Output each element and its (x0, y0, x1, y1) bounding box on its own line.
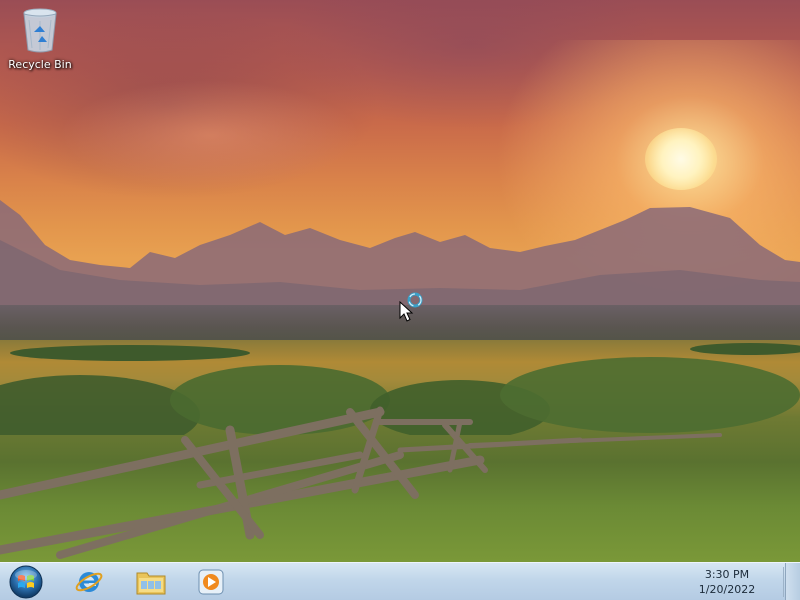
clock-date: 1/20/2022 (698, 583, 756, 596)
system-clock[interactable]: 3:30 PM 1/20/2022 (682, 565, 772, 599)
recycle-bin-icon (23, 8, 57, 53)
start-button[interactable] (6, 564, 46, 600)
busy-cursor-icon (399, 292, 423, 322)
recycle-bin-label: Recycle Bin (8, 58, 72, 71)
show-desktop-button[interactable] (785, 563, 800, 600)
media-player-icon (198, 569, 224, 595)
taskbar-file-explorer[interactable] (129, 565, 173, 599)
file-explorer-icon (136, 572, 166, 595)
cloud (60, 80, 360, 190)
taskbar-internet-explorer[interactable] (67, 565, 111, 599)
desktop-wallpaper[interactable] (0, 0, 800, 562)
internet-explorer-icon (75, 572, 103, 592)
windows-start-orb-icon (9, 565, 43, 599)
sun (645, 128, 717, 190)
taskbar: 3:30 PM 1/20/2022 (0, 562, 800, 600)
taskbar-media-player[interactable] (189, 565, 233, 599)
wooden-fence (0, 406, 722, 559)
tray-divider (783, 567, 784, 597)
clock-time: 3:30 PM (704, 568, 750, 581)
recycle-bin-shortcut[interactable]: Recycle Bin (4, 6, 76, 78)
